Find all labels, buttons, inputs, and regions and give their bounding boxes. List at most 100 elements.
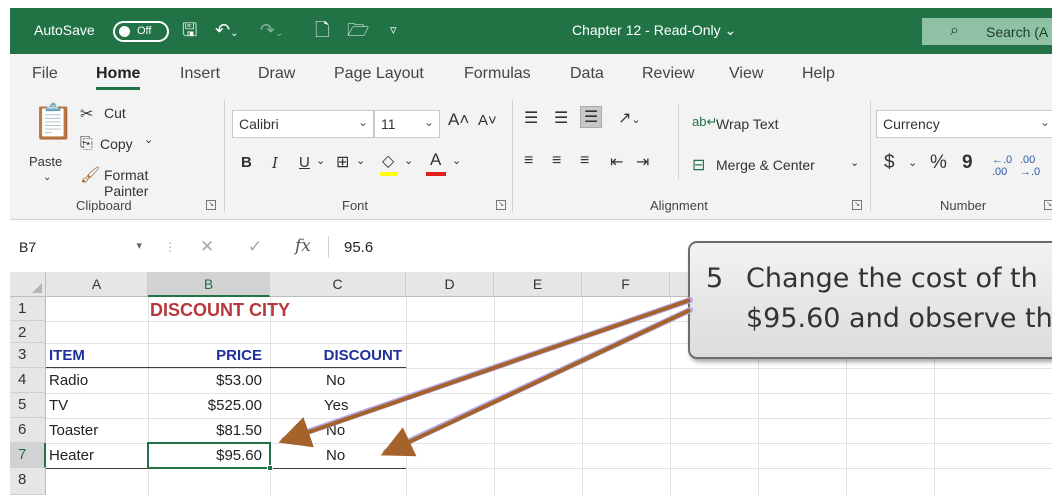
font-color-icon[interactable]: A [430, 150, 441, 170]
tab-home[interactable]: Home [96, 65, 141, 90]
item-cell[interactable]: Heater [46, 444, 148, 468]
autosave-label: AutoSave [34, 22, 95, 38]
alignment-group-label: Alignment [650, 198, 708, 213]
fill-color-dropdown-icon[interactable]: ⌄ [404, 154, 413, 167]
increase-indent-icon[interactable]: ⇥ [636, 152, 649, 172]
decrease-indent-icon[interactable]: ⇤ [610, 152, 623, 172]
column-header-e[interactable]: E [494, 272, 582, 297]
customize-toolbar-icon[interactable]: ▿ [390, 19, 397, 41]
row-header-4[interactable]: 4 [10, 368, 46, 393]
redo-icon[interactable]: ↷⌄ [260, 19, 283, 45]
font-size-combo[interactable]: 11 ⌄ [374, 110, 440, 138]
discount-cell[interactable]: No [306, 369, 406, 393]
fill-color-icon[interactable]: ◇ [382, 151, 394, 171]
row-header-6[interactable]: 6 [10, 418, 46, 443]
font-name-combo[interactable]: Calibri ⌄ [232, 110, 374, 138]
paste-button[interactable]: 📋 Paste ⌄ [26, 100, 78, 190]
autosave-toggle[interactable]: Off [113, 21, 169, 42]
ribbon-tabs: File Home Insert Draw Page Layout Formul… [10, 54, 1052, 94]
tab-insert[interactable]: Insert [180, 65, 220, 83]
tab-data[interactable]: Data [570, 65, 604, 83]
column-header-a[interactable]: A [46, 272, 148, 297]
header-item-cell[interactable]: ITEM [46, 344, 148, 368]
font-group-label: Font [342, 198, 369, 213]
tab-file[interactable]: File [32, 65, 58, 83]
divider [870, 100, 871, 212]
fill-color-swatch [380, 172, 398, 176]
tab-review[interactable]: Review [642, 65, 694, 83]
align-center-icon[interactable]: ≡ [552, 152, 561, 170]
row-header-5[interactable]: 5 [10, 393, 46, 418]
price-cell[interactable]: $81.50 [148, 419, 270, 443]
alignment-launcher-icon[interactable]: ↘ [852, 200, 862, 210]
underline-button[interactable]: U [299, 154, 310, 171]
search-box[interactable]: ⌕ Search (A [922, 18, 1052, 45]
active-cell-selection[interactable] [147, 442, 273, 471]
fill-handle[interactable] [267, 465, 273, 471]
name-box[interactable]: B7 ▾ [10, 232, 150, 262]
header-discount-cell[interactable]: DISCOUNT [270, 344, 406, 368]
undo-icon[interactable]: ↶⌄ [215, 19, 238, 45]
column-header-b[interactable]: B [148, 272, 270, 297]
accounting-dropdown-icon[interactable]: ⌄ [908, 156, 917, 169]
discount-cell[interactable]: Yes [304, 394, 404, 418]
align-top-icon[interactable]: ☰ [524, 108, 538, 128]
row-header-7[interactable]: 7 [10, 443, 46, 468]
decrease-font-size-icon[interactable]: A˅ [478, 112, 497, 129]
increase-font-size-icon[interactable]: A˄ [448, 110, 469, 130]
cancel-icon[interactable]: ✕ [200, 237, 214, 257]
formula-input[interactable]: 95.6 [344, 239, 373, 256]
row-header-3[interactable]: 3 [10, 343, 46, 368]
align-bottom-icon[interactable]: ☰ [580, 106, 603, 128]
percent-style-button[interactable]: % [930, 152, 947, 174]
row-header-2[interactable]: 2 [10, 321, 46, 343]
orientation-icon[interactable]: ↗⌄ [618, 108, 641, 128]
divider [328, 236, 329, 258]
underline-dropdown-icon[interactable]: ⌄ [316, 154, 325, 167]
italic-button[interactable]: I [272, 154, 278, 172]
tab-help[interactable]: Help [802, 65, 835, 83]
align-middle-icon[interactable]: ☰ [554, 108, 568, 128]
header-price-cell[interactable]: PRICE [148, 344, 270, 368]
column-header-d[interactable]: D [406, 272, 494, 297]
price-cell[interactable]: $53.00 [148, 369, 270, 393]
clipboard-launcher-icon[interactable]: ↘ [206, 200, 216, 210]
decrease-decimal-icon[interactable]: .00 →.0 [1020, 154, 1040, 178]
font-name-value: Calibri [239, 116, 279, 132]
select-all-button[interactable] [10, 272, 46, 297]
font-launcher-icon[interactable]: ↘ [496, 200, 506, 210]
align-left-icon[interactable]: ≡ [524, 152, 533, 170]
tab-formulas[interactable]: Formulas [464, 65, 531, 83]
new-file-icon[interactable]: 🗋 [315, 19, 329, 41]
tab-page-layout[interactable]: Page Layout [334, 65, 424, 83]
open-folder-icon[interactable]: 🗁 [347, 19, 369, 41]
row-header-8[interactable]: 8 [10, 468, 46, 495]
sheet-title-cell[interactable]: DISCOUNT CITY [150, 298, 290, 322]
copy-label: Copy [100, 136, 133, 152]
increase-decimal-icon[interactable]: ←.0.00 [992, 154, 1012, 178]
tab-view[interactable]: View [729, 65, 763, 83]
enter-icon[interactable]: ✓ [248, 237, 262, 257]
price-cell[interactable]: $525.00 [148, 394, 270, 418]
item-cell[interactable]: TV [46, 394, 148, 418]
tab-draw[interactable]: Draw [258, 65, 295, 83]
column-header-c[interactable]: C [270, 272, 406, 297]
borders-icon[interactable]: ⊞ [336, 152, 349, 172]
item-cell[interactable]: Toaster [46, 419, 148, 443]
discount-cell[interactable]: No [306, 444, 406, 468]
align-right-icon[interactable]: ≡ [580, 152, 589, 170]
discount-cell[interactable]: No [306, 419, 406, 443]
save-icon[interactable]: 🖫 [182, 19, 197, 41]
comma-style-button[interactable]: 9 [962, 152, 973, 174]
column-header-f[interactable]: F [582, 272, 670, 297]
insert-function-icon[interactable]: fx [295, 236, 311, 256]
accounting-format-button[interactable]: $ [884, 152, 895, 174]
bold-button[interactable]: B [241, 154, 252, 171]
number-format-combo[interactable]: Currency ⌄ [876, 110, 1052, 138]
font-color-dropdown-icon[interactable]: ⌄ [452, 154, 461, 167]
number-launcher-icon[interactable]: ↘ [1044, 200, 1052, 210]
row-header-1[interactable]: 1 [10, 297, 46, 321]
borders-dropdown-icon[interactable]: ⌄ [356, 154, 365, 167]
document-title[interactable]: Chapter 12 - Read-Only ⌄ [572, 22, 736, 39]
item-cell[interactable]: Radio [46, 369, 148, 393]
